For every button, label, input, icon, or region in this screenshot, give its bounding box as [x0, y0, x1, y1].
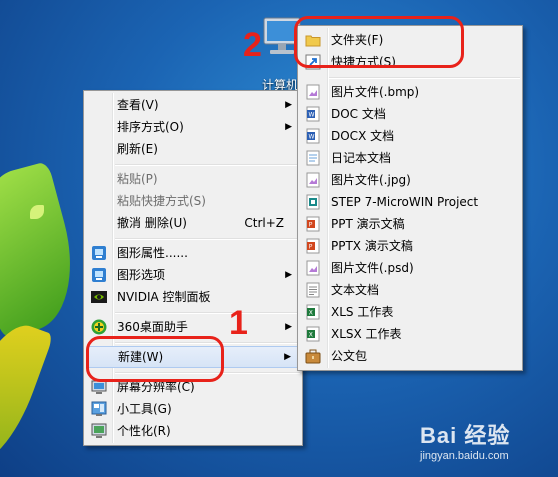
- desktop-context-menu: 查看(V) ▶ 排序方式(O) ▶ 刷新(E) 粘贴(P) 粘贴快捷方式(S) …: [83, 90, 303, 446]
- submenu-item-docx[interactable]: W DOCX 文档: [300, 125, 520, 147]
- watermark-brand: Bai 经验: [420, 423, 511, 448]
- menu-item-label: 图形选项: [117, 268, 166, 282]
- submenu-arrow-icon: ▶: [285, 122, 292, 132]
- submenu-item-journal[interactable]: 日记本文档: [300, 147, 520, 169]
- intel-graphics-icon: [92, 268, 106, 282]
- menu-item-sort-by[interactable]: 排序方式(O) ▶: [86, 116, 300, 138]
- svg-text:W: W: [309, 112, 315, 119]
- submenu-item-label: DOCX 文档: [331, 129, 395, 143]
- submenu-item-label: PPT 演示文稿: [331, 217, 405, 231]
- baidu-jingyan-watermark: Bai 经验 jingyan.baidu.com: [420, 418, 510, 462]
- svg-text:W: W: [309, 134, 315, 141]
- ppt-icon: P: [306, 216, 320, 232]
- submenu-arrow-icon: ▶: [285, 270, 292, 280]
- annotation-number-2: 2: [243, 26, 262, 64]
- submenu-item-label: XLSX 工作表: [331, 327, 402, 341]
- menu-item-label: NVIDIA 控制面板: [117, 290, 211, 304]
- gadgets-icon: [91, 401, 107, 416]
- menu-item-label: 屏幕分辨率(C): [117, 380, 195, 394]
- submenu-item-bmp-image[interactable]: 图片文件(.bmp): [300, 81, 520, 103]
- doc-icon: W: [306, 106, 320, 122]
- annotation-number-1: 1: [229, 304, 248, 342]
- submenu-item-xlsx[interactable]: X XLSX 工作表: [300, 323, 520, 345]
- psd-icon: [306, 260, 320, 276]
- svg-text:P: P: [309, 222, 313, 229]
- menu-item-label: 撤消 删除(U): [117, 216, 187, 230]
- submenu-item-label: 日记本文档: [331, 151, 392, 165]
- wallpaper-leaf: [0, 161, 90, 339]
- annotation-box-folder: [294, 16, 464, 68]
- menu-item-personalize[interactable]: 个性化(R): [86, 420, 300, 442]
- svg-text:P: P: [309, 244, 313, 251]
- menu-item-label: 查看(V): [117, 98, 159, 112]
- menu-item-label: 排序方式(O): [117, 120, 184, 134]
- menu-item-label: 粘贴快捷方式(S): [117, 194, 206, 208]
- menu-separator: [115, 238, 300, 240]
- submenu-item-doc[interactable]: W DOC 文档: [300, 103, 520, 125]
- xlsx-icon: X: [306, 326, 320, 342]
- personalize-icon: [91, 423, 107, 438]
- submenu-item-jpg-image[interactable]: 图片文件(.jpg): [300, 169, 520, 191]
- nvidia-icon: [91, 291, 107, 303]
- briefcase-icon: [305, 349, 321, 364]
- menu-item-gadgets[interactable]: 小工具(G): [86, 398, 300, 420]
- pptx-icon: P: [306, 238, 320, 254]
- annotation-box-new: [86, 336, 224, 382]
- svg-text:X: X: [309, 332, 313, 339]
- menu-separator: [115, 312, 300, 314]
- menu-item-label: 个性化(R): [117, 424, 171, 438]
- submenu-item-xls[interactable]: X XLS 工作表: [300, 301, 520, 323]
- menu-item-360-desktop-assistant[interactable]: 360桌面助手 ▶: [86, 316, 300, 338]
- submenu-item-ppt[interactable]: P PPT 演示文稿: [300, 213, 520, 235]
- menu-item-undo-delete[interactable]: 撤消 删除(U) Ctrl+Z: [86, 212, 300, 234]
- submenu-item-label: STEP 7-MicroWIN Project: [331, 195, 479, 209]
- journal-icon: [306, 150, 320, 166]
- menu-item-paste[interactable]: 粘贴(P): [86, 168, 300, 190]
- menu-item-view[interactable]: 查看(V) ▶: [86, 94, 300, 116]
- submenu-item-text-document[interactable]: 文本文档: [300, 279, 520, 301]
- menu-item-nvidia-control-panel[interactable]: NVIDIA 控制面板: [86, 286, 300, 308]
- submenu-item-pptx[interactable]: P PPTX 演示文稿: [300, 235, 520, 257]
- submenu-arrow-icon: ▶: [285, 322, 292, 332]
- menu-separator: [115, 164, 300, 166]
- wallpaper-leaf: [0, 314, 54, 476]
- new-submenu: 文件夹(F) 快捷方式(S) 图片文件(.bmp) W DOC 文档 W DOC…: [297, 25, 523, 371]
- submenu-arrow-icon: ▶: [284, 352, 291, 362]
- submenu-arrow-icon: ▶: [285, 100, 292, 110]
- submenu-item-label: 图片文件(.psd): [331, 261, 414, 275]
- submenu-item-label: 公文包: [331, 349, 368, 363]
- submenu-item-label: 图片文件(.jpg): [331, 173, 411, 187]
- jpg-icon: [306, 172, 320, 188]
- step7-icon: [306, 194, 320, 210]
- bmp-icon: [306, 84, 320, 100]
- intel-graphics-icon: [92, 246, 106, 260]
- shortcut-text: Ctrl+Z: [244, 216, 284, 230]
- submenu-item-label: PPTX 演示文稿: [331, 239, 413, 253]
- submenu-item-label: 文本文档: [331, 283, 380, 297]
- menu-item-graphics-properties[interactable]: 图形属性......: [86, 242, 300, 264]
- 360-icon: [91, 319, 107, 335]
- watermark-url: jingyan.baidu.com: [420, 450, 509, 462]
- menu-item-label: 刷新(E): [117, 142, 158, 156]
- menu-item-refresh[interactable]: 刷新(E): [86, 138, 300, 160]
- menu-separator: [329, 77, 520, 79]
- menu-item-label: 粘贴(P): [117, 172, 158, 186]
- submenu-item-step7-project[interactable]: STEP 7-MicroWIN Project: [300, 191, 520, 213]
- menu-item-graphics-options[interactable]: 图形选项 ▶: [86, 264, 300, 286]
- submenu-item-label: XLS 工作表: [331, 305, 394, 319]
- txt-icon: [306, 282, 320, 298]
- submenu-item-briefcase[interactable]: 公文包: [300, 345, 520, 367]
- menu-item-label: 图形属性......: [117, 246, 188, 260]
- menu-item-label: 小工具(G): [117, 402, 172, 416]
- xls-icon: X: [306, 304, 320, 320]
- submenu-item-label: DOC 文档: [331, 107, 386, 121]
- desktop-background: 计算机 查看(V) ▶ 排序方式(O) ▶ 刷新(E) 粘贴(P) 粘贴快捷方式…: [0, 0, 558, 477]
- menu-item-paste-shortcut[interactable]: 粘贴快捷方式(S): [86, 190, 300, 212]
- svg-text:X: X: [309, 310, 313, 317]
- submenu-item-label: 图片文件(.bmp): [331, 85, 420, 99]
- submenu-item-psd-image[interactable]: 图片文件(.psd): [300, 257, 520, 279]
- docx-icon: W: [306, 128, 320, 144]
- menu-item-label: 360桌面助手: [117, 320, 188, 334]
